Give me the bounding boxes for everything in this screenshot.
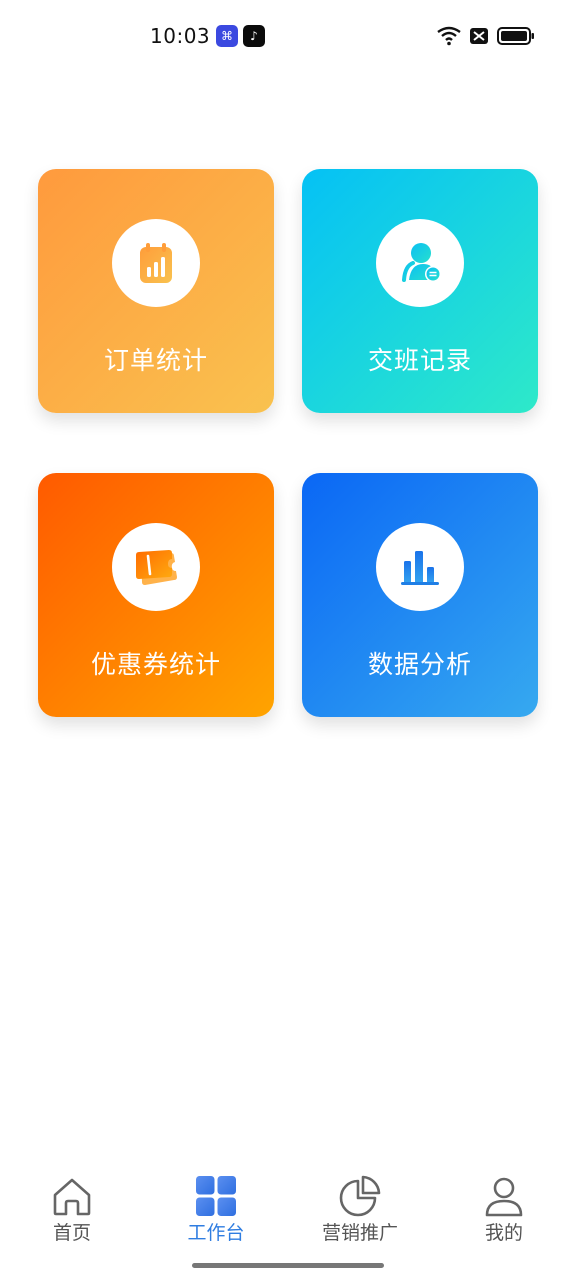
data-analysis-label: 数据分析 xyxy=(367,650,472,679)
nav-marketing[interactable]: 营销推广 xyxy=(288,1160,432,1250)
status-icons xyxy=(437,26,534,46)
shift-handover-label: 交班记录 xyxy=(367,346,472,375)
nav-home-label: 首页 xyxy=(52,1222,91,1244)
pie-chart-icon xyxy=(339,1175,381,1217)
order-stats-tile[interactable]: 订单统计 xyxy=(38,169,274,413)
status-time: 10:03 xyxy=(150,24,211,48)
order-stats-icon-circle xyxy=(112,219,200,307)
shift-handover-icon xyxy=(402,243,441,282)
nav-mine[interactable]: 我的 xyxy=(432,1160,576,1250)
bar-chart-icon xyxy=(401,551,439,585)
coupon-icon xyxy=(136,550,177,585)
status-bar: 10:03 ⌘ ♪ xyxy=(0,0,576,72)
workbench-grid-icon xyxy=(196,1176,236,1216)
data-analysis-icon-circle xyxy=(376,523,464,611)
wifi-icon xyxy=(437,26,461,46)
data-analysis-tile[interactable]: 数据分析 xyxy=(302,473,538,717)
user-icon xyxy=(485,1177,523,1217)
no-sim-icon xyxy=(470,28,488,44)
order-stats-icon xyxy=(140,243,172,283)
nav-home[interactable]: 首页 xyxy=(0,1160,144,1250)
coupon-icon-circle xyxy=(112,523,200,611)
nav-workbench-label: 工作台 xyxy=(187,1222,245,1244)
shift-handover-icon-circle xyxy=(376,219,464,307)
nav-marketing-label: 营销推广 xyxy=(321,1222,398,1244)
battery-icon xyxy=(497,27,534,45)
tiktok-app-icon: ♪ xyxy=(243,25,265,47)
nav-workbench[interactable]: 工作台 xyxy=(144,1160,288,1250)
bottom-nav: 首页 工作台 营销推广 我的 xyxy=(0,1160,576,1260)
nav-mine-label: 我的 xyxy=(484,1222,523,1244)
home-indicator[interactable] xyxy=(192,1263,384,1268)
notification-app-icon: ⌘ xyxy=(216,25,238,47)
home-icon xyxy=(53,1178,91,1216)
coupon-stats-tile[interactable]: 优惠券统计 xyxy=(38,473,274,717)
shift-handover-tile[interactable]: 交班记录 xyxy=(302,169,538,413)
order-stats-label: 订单统计 xyxy=(103,346,208,375)
coupon-stats-label: 优惠券统计 xyxy=(90,650,221,679)
